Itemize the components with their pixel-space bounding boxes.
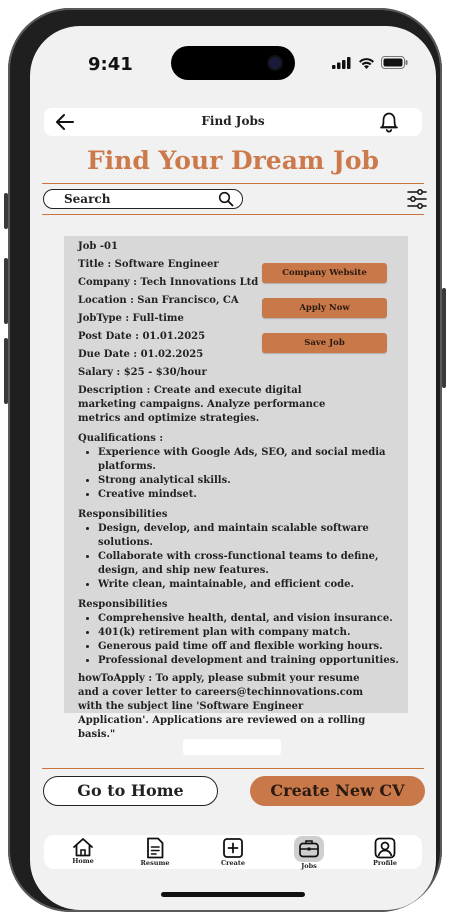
list-item: 401(k) retirement plan with company matc… [98,626,402,640]
company-website-button[interactable]: Company Website [262,263,387,283]
status-icons [332,56,408,69]
wifi-icon [359,57,374,69]
nav-label: Jobs [301,862,317,870]
list-item: Generous paid time off and flexible work… [98,640,402,654]
list-item: Professional development and training op… [98,654,402,668]
create-new-cv-button[interactable]: Create New CV [250,776,425,806]
search-label: Search [64,192,111,206]
phone-side-button [4,338,8,404]
phone-side-button [442,288,446,388]
save-job-button[interactable]: Save Job [262,333,387,353]
nav-item-home[interactable]: Home [60,835,106,869]
job-description: Description : Create and execute digital… [78,385,326,424]
divider [42,214,424,215]
list-item: Comprehensive health, dental, and vision… [98,612,402,626]
job-id: Job -01 [78,241,118,252]
page-indicator [183,739,281,755]
top-bar: Find Jobs [44,108,422,136]
nav-item-create[interactable]: Create [210,835,256,869]
qualifications-heading: Qualifications : [78,433,164,444]
how-to-apply: howToApply : To apply, please submit you… [78,673,366,740]
nav-item-profile[interactable]: Profile [362,835,408,869]
create-icon [223,838,243,858]
responsibilities-heading: Responsibilities [78,509,168,520]
dynamic-island [171,46,295,80]
phone-side-button [4,193,8,229]
search-icon [218,191,234,207]
list-item: Strong analytical skills. [98,474,402,488]
app-screen: 9:41 Find Jobs Find Your Dream Job Searc… [30,26,436,910]
home-indicator [161,892,305,897]
home-icon [73,838,93,857]
benefits-list: Comprehensive health, dental, and vision… [98,612,402,668]
list-item: Creative mindset. [98,488,402,502]
nav-label: Profile [373,859,397,867]
bell-icon[interactable] [378,110,400,134]
apply-now-button[interactable]: Apply Now [262,298,387,318]
nav-label: Resume [140,859,170,867]
nav-item-jobs[interactable]: Jobs [286,835,332,870]
phone-side-button [4,258,8,324]
profile-icon [374,837,396,859]
camera-icon [269,57,281,69]
phone-frame: 9:41 Find Jobs Find Your Dream Job Searc… [4,8,446,912]
signal-icon [332,56,351,69]
nav-item-resume[interactable]: Resume [132,835,178,869]
search-input[interactable]: Search [43,189,243,209]
list-item: Design, develop, and maintain scalable s… [98,522,402,550]
job-salary: Salary : $25 - $30/hour [78,367,207,378]
resume-icon [147,837,164,859]
go-to-home-button[interactable]: Go to Home [43,776,218,806]
list-item: Write clean, maintainable, and efficient… [98,578,402,592]
page-title: Find Jobs [201,114,265,128]
headline: Find Your Dream Job [86,146,380,175]
list-item: Collaborate with cross-functional teams … [98,550,402,578]
divider [42,768,424,769]
benefits-heading: Responsibilities [78,599,168,610]
qualifications-list: Experience with Google Ads, SEO, and soc… [98,446,402,502]
job-card: Job -01 Title : Software Engineer Compan… [64,236,408,740]
divider [42,183,424,184]
status-time: 9:41 [88,54,133,75]
list-item: Experience with Google Ads, SEO, and soc… [98,446,402,474]
jobs-icon [299,840,319,858]
nav-label: Home [72,857,94,865]
bottom-nav: Home Resume Create Jobs Profile [44,835,422,870]
filter-icon[interactable] [406,188,428,210]
nav-label: Create [220,859,246,867]
responsibilities-list: Design, develop, and maintain scalable s… [98,522,402,592]
battery-icon [381,56,408,69]
active-indicator [294,836,324,862]
